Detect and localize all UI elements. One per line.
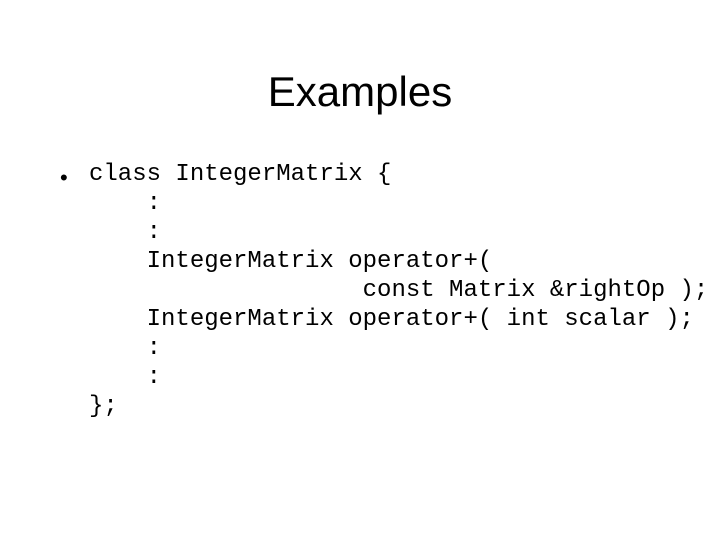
code-line: IntegerMatrix operator+(	[89, 248, 493, 275]
code-line: class IntegerMatrix {	[89, 161, 392, 188]
code-line: :	[89, 190, 162, 217]
slide-title: Examples	[267, 68, 453, 115]
bullet-marker: •	[60, 165, 68, 190]
code-line: IntegerMatrix operator+( int scalar );	[89, 306, 694, 333]
code-line: const Matrix &rightOp );	[89, 277, 709, 304]
code-block: class IntegerMatrix { : : IntegerMatrix …	[89, 160, 708, 421]
code-line: :	[89, 364, 162, 391]
code-line: :	[89, 219, 162, 246]
code-line: };	[89, 393, 118, 420]
code-line: :	[89, 335, 162, 362]
